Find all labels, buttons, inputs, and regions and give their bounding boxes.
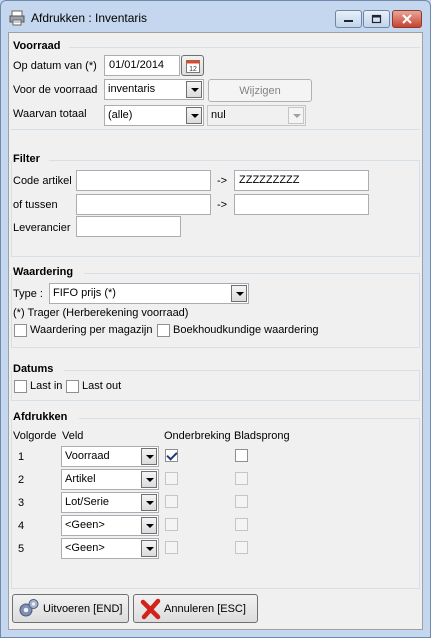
voorraad-divider	[69, 47, 420, 48]
voorraad-bottom-border	[11, 129, 420, 130]
waarvan-totaal-select[interactable]: (alle)	[104, 105, 204, 126]
minimize-button[interactable]	[335, 10, 362, 28]
voor-voorraad-value: inventaris	[108, 83, 156, 95]
waardering-group-border	[11, 274, 420, 348]
annuleren-label: Annuleren [ESC]	[164, 602, 246, 615]
window-title: Afdrukken : Inventaris	[31, 11, 148, 25]
maximize-button[interactable]	[363, 10, 390, 28]
op-datum-label: Op datum van (*)	[13, 60, 97, 72]
uitvoeren-button[interactable]: Uitvoeren [END]	[12, 594, 129, 623]
calendar-icon: 12	[185, 59, 200, 73]
voorraad-group-title: Voorraad	[13, 40, 61, 52]
afdrukken-group-border	[11, 419, 420, 589]
maximize-icon	[371, 14, 382, 24]
date-picker-button[interactable]: 12	[181, 55, 204, 76]
waarvan-operator-select: nul	[207, 105, 306, 126]
voor-voorraad-label: Voor de voorraad	[13, 84, 98, 96]
wijzigen-button[interactable]: Wijzigen	[208, 79, 312, 102]
chevron-down-icon[interactable]	[186, 107, 202, 124]
waarvan-operator-value: nul	[211, 109, 226, 121]
gears-icon	[19, 598, 39, 616]
chevron-down-icon[interactable]	[186, 81, 202, 98]
dialog-body: Voorraad Op datum van (*) 01/01/2014 12 …	[8, 32, 423, 630]
filter-group-border	[11, 161, 420, 257]
chevron-down-icon	[288, 107, 304, 124]
datums-group-border	[11, 371, 420, 401]
title-bar[interactable]: Afdrukken : Inventaris	[1, 1, 430, 33]
close-icon	[402, 14, 412, 24]
minimize-icon	[344, 20, 353, 22]
voor-voorraad-select[interactable]: inventaris	[104, 79, 204, 100]
uitvoeren-label: Uitvoeren [END]	[43, 602, 123, 615]
printer-icon	[9, 10, 25, 26]
op-datum-input[interactable]: 01/01/2014	[104, 55, 180, 76]
waarvan-totaal-label: Waarvan totaal	[13, 108, 87, 120]
waarvan-totaal-value: (alle)	[108, 109, 133, 121]
svg-text:12: 12	[189, 66, 197, 73]
print-dialog-window: Afdrukken : Inventaris Voorraad Op datum…	[0, 0, 431, 638]
cancel-x-icon	[140, 598, 161, 619]
close-button[interactable]	[392, 10, 422, 28]
annuleren-button[interactable]: Annuleren [ESC]	[133, 594, 258, 623]
